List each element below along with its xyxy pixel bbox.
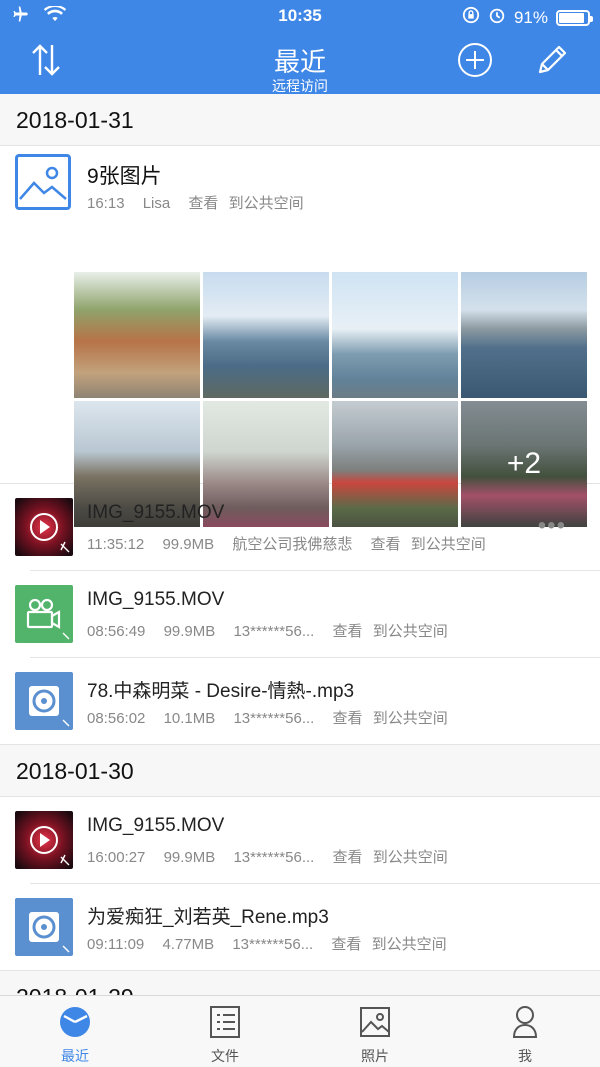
image-icon (19, 166, 67, 200)
file-item[interactable]: 78.中森明菜 - Desire-情熱-.mp3 08:56:02 10.1MB… (0, 658, 600, 745)
more-options-button[interactable]: ••• (538, 512, 566, 540)
file-name: 为爱痴狂_刘若英_Rene.mp3 (87, 907, 329, 928)
view-link[interactable]: 查看 (333, 623, 363, 640)
file-meta: 08:56:02 10.1MB 13******56... 查看 到公共空间 (87, 707, 454, 728)
battery-percent: 91% (513, 7, 548, 27)
file-size: 4.77MB (162, 936, 215, 953)
audio-file-icon (15, 672, 73, 730)
to-public-link[interactable]: 到公共空间 (373, 623, 448, 640)
photo-thumb[interactable] (332, 272, 458, 398)
tab-me[interactable]: 我 (450, 996, 600, 1067)
file-name: IMG_9155.MOV (87, 815, 225, 836)
edit-button[interactable] (532, 40, 572, 84)
rotation-lock-icon (462, 6, 480, 29)
file-meta: 08:56:49 99.9MB 13******56... 查看 到公共空间 (87, 620, 454, 641)
album-time: 16:13 (87, 195, 125, 212)
file-list-icon (207, 1004, 243, 1040)
file-owner: 航空公司我佛慈悲 (232, 536, 353, 553)
view-link[interactable]: 查看 (333, 849, 363, 866)
tab-label: 文件 (211, 1048, 239, 1064)
view-link[interactable]: 查看 (331, 936, 361, 953)
tab-bar: 最近 文件 照片 我 (0, 995, 600, 1067)
tab-photos[interactable]: 照片 (300, 996, 450, 1067)
file-owner: 13******56... (233, 849, 315, 866)
tab-files[interactable]: 文件 (150, 996, 300, 1067)
to-public-link[interactable]: 到公共空间 (373, 710, 448, 727)
file-time: 09:11:09 (87, 936, 145, 953)
file-name: IMG_9155.MOV (87, 502, 225, 523)
file-size: 99.9MB (163, 849, 216, 866)
view-link[interactable]: 查看 (188, 195, 218, 212)
file-size: 99.9MB (163, 623, 216, 640)
audio-file-icon (15, 898, 73, 956)
nav-bar: 最近 远程访问 (0, 32, 600, 94)
recent-list[interactable]: 2018-01-31 9张图片 16:13 Lisa 查看 到公共空间 +2 I… (0, 94, 600, 995)
file-size: 10.1MB (163, 710, 216, 727)
play-icon (30, 513, 70, 553)
plus-circle-icon (457, 42, 493, 83)
tab-label: 照片 (361, 1048, 389, 1064)
view-link[interactable]: 查看 (371, 536, 401, 553)
album-meta: 16:13 Lisa 查看 到公共空间 (87, 192, 310, 213)
file-name: 78.中森明菜 - Desire-情熱-.mp3 (87, 681, 355, 702)
file-time: 11:35:12 (87, 536, 145, 553)
page-subtitle: 远程访问 (272, 78, 328, 94)
tab-label: 最近 (61, 1048, 89, 1064)
file-time: 08:56:49 (87, 623, 146, 640)
file-owner: 13******56... (233, 710, 315, 727)
file-meta: 11:35:12 99.9MB 航空公司我佛慈悲 查看 到公共空间 (87, 533, 492, 554)
to-public-link[interactable]: 到公共空间 (372, 936, 447, 953)
battery-icon (556, 9, 593, 26)
photo-thumb[interactable] (74, 272, 200, 398)
photo-thumb[interactable] (461, 272, 587, 398)
date-header: 2018-01-30 (0, 745, 600, 797)
view-link[interactable]: 查看 (333, 710, 363, 727)
album-item[interactable]: 9张图片 16:13 Lisa 查看 到公共空间 +2 (0, 146, 600, 527)
photo-icon (357, 1004, 393, 1040)
file-meta: 16:00:27 99.9MB 13******56... 查看 到公共空间 (87, 846, 454, 867)
file-time: 08:56:02 (87, 710, 146, 727)
date-header: 2018-01-31 (0, 94, 600, 146)
play-icon (30, 826, 70, 866)
date-header: 2018-01-29 (0, 971, 600, 995)
album-user: Lisa (142, 195, 171, 212)
file-owner: 13******56... (232, 936, 314, 953)
album-thumbnail (15, 154, 71, 210)
video-file-icon (15, 585, 73, 643)
to-public-link[interactable]: 到公共空间 (373, 849, 448, 866)
file-size: 99.9MB (162, 536, 215, 553)
file-meta: 09:11:09 4.77MB 13******56... 查看 到公共空间 (87, 933, 453, 954)
video-thumbnail (15, 498, 73, 556)
status-bar: 10:35 91% (0, 0, 600, 32)
person-icon (507, 1004, 543, 1040)
file-name: IMG_9155.MOV (87, 589, 225, 610)
file-owner: 13******56... (233, 623, 315, 640)
file-item[interactable]: IMG_9155.MOV 16:00:27 99.9MB 13******56.… (0, 797, 600, 884)
page-title: 最近 (273, 47, 326, 77)
clock-icon (57, 1004, 93, 1040)
video-thumbnail (15, 811, 73, 869)
alarm-icon (488, 6, 506, 29)
photo-thumb[interactable] (203, 272, 329, 398)
to-public-link[interactable]: 到公共空间 (229, 195, 304, 212)
to-public-link[interactable]: 到公共空间 (411, 536, 486, 553)
file-item[interactable]: IMG_9155.MOV 11:35:12 99.9MB 航空公司我佛慈悲 查看… (0, 484, 600, 571)
tab-label: 我 (518, 1048, 532, 1064)
tab-recent[interactable]: 最近 (0, 996, 150, 1067)
pencil-icon (535, 43, 569, 82)
album-name: 9张图片 (87, 165, 162, 188)
file-item[interactable]: 为爱痴狂_刘若英_Rene.mp3 09:11:09 4.77MB 13****… (0, 884, 600, 971)
file-time: 16:00:27 (87, 849, 146, 866)
add-button[interactable] (455, 40, 495, 84)
file-item[interactable]: IMG_9155.MOV 08:56:49 99.9MB 13******56.… (0, 571, 600, 658)
